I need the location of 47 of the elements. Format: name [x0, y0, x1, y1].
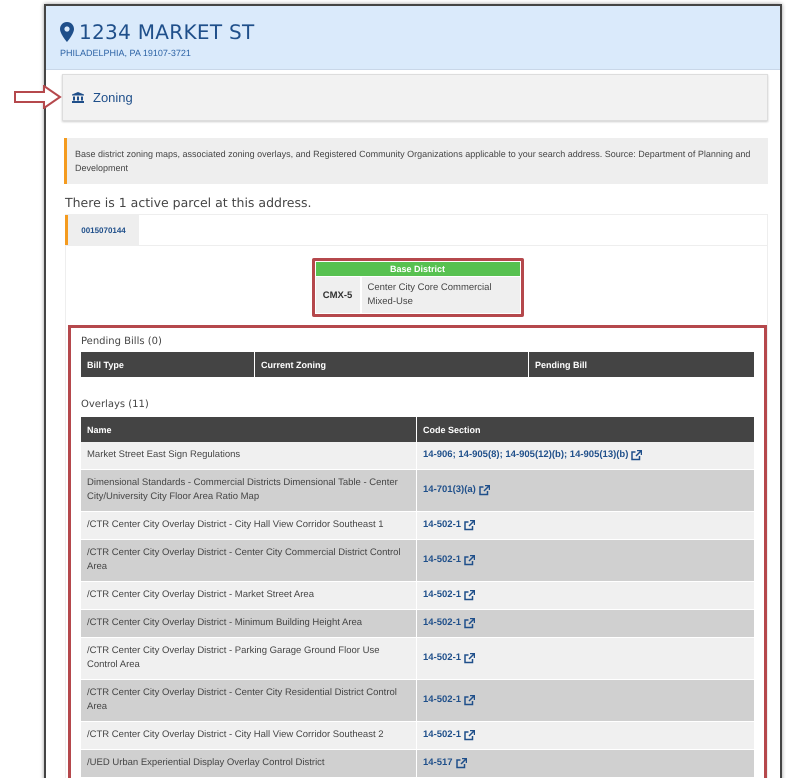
- column-header: Bill Type: [81, 352, 255, 377]
- table-cell: /CTR Center City Overlay District - Center City Residential District Control Area: [81, 680, 417, 721]
- table-cell: /CTR Center City Overlay District - Parking Garage Ground Floor Use Control Area: [81, 638, 417, 679]
- table-header: Base District: [316, 262, 520, 276]
- table-cell: /CTR Center City Overlay District - City Hall View Corridor Southeast 2: [81, 722, 417, 749]
- section-title: Pending Bills (0): [81, 335, 163, 349]
- column-header: Code Section: [422, 424, 482, 436]
- table-cell-text: Center City Core Commercial Mixed-Use: [366, 281, 493, 309]
- address-subtitle: PHILADELPHIA, PA 19107-3721: [60, 48, 192, 58]
- code-section-link[interactable]: 14-502-1: [423, 553, 476, 567]
- code-section-link[interactable]: 14-906; 14-905(8); 14-905(12)(b); 14-905(13)(b): [423, 448, 642, 462]
- column-header: Current Zoning: [255, 352, 529, 377]
- code-section-link[interactable]: 14-502-1: [423, 588, 476, 602]
- description-note: Base district zoning maps, associated zoning overlays, and Registered Community Organizations applicable to your search address. Source: Department of Planning and Development: [64, 138, 768, 184]
- table-cell: CMX-5: [316, 277, 362, 313]
- external-link-icon: [464, 652, 476, 664]
- external-link-icon: [464, 694, 476, 706]
- section-title: Overlays (11): [81, 398, 150, 412]
- parcel-tab[interactable]: 0015070144: [65, 215, 139, 245]
- code-section-link[interactable]: 14-701(3)(a): [423, 483, 490, 497]
- map-pin-icon: [60, 22, 74, 42]
- code-section-link[interactable]: 14-517: [423, 756, 467, 770]
- external-link-icon: [464, 590, 476, 600]
- code-section-link[interactable]: 14-502-1: [423, 518, 476, 532]
- zoning-section-header[interactable]: Zoning: [62, 74, 768, 121]
- table-cell: /CTR Center City Overlay District - Minimum Building Height Area: [81, 610, 417, 637]
- column-header: Pending Bill: [534, 358, 588, 372]
- bank-icon: [72, 92, 84, 103]
- external-link-icon: [464, 730, 476, 740]
- external-link-icon: [456, 758, 467, 768]
- table-cell: /CTR Center City Overlay District - City Hall View Corridor Southeast 1: [81, 512, 417, 539]
- code-section-link[interactable]: 14-502-1: [423, 693, 476, 707]
- table-cell: Market Street East Sign Regulations: [81, 442, 417, 469]
- external-link-icon: [464, 618, 476, 628]
- code-section-link[interactable]: 14-502-1: [423, 616, 476, 630]
- external-link-icon: [478, 484, 490, 496]
- table-cell: /UED Urban Experiential Display Overlay Control District: [81, 750, 417, 777]
- table-cell: Dimensional Standards - Commercial Districts Dimensional Table - Center City/University City Floor Area Ratio Map: [81, 470, 417, 511]
- external-link-icon: [464, 520, 476, 530]
- address-title: 1234 MARKET ST: [79, 20, 255, 44]
- table-cell: /CTR Center City Overlay District - Market Street Area: [81, 582, 417, 609]
- external-link-icon: [464, 554, 476, 566]
- table-cell: /CTR Center City Overlay District - Center City Commercial District Control Area: [81, 540, 417, 581]
- code-section-link[interactable]: 14-502-1: [423, 728, 476, 742]
- parcel-count-text: There is 1 active parcel at this address.: [65, 195, 312, 210]
- code-section-link[interactable]: 14-502-1: [423, 651, 476, 665]
- external-link-icon: [631, 450, 642, 460]
